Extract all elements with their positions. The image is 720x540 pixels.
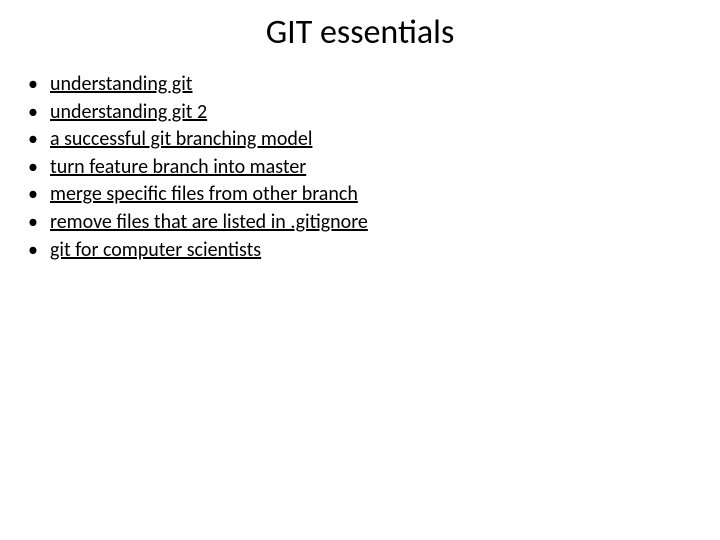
link-merge-specific-files[interactable]: merge specific files from other branch bbox=[50, 181, 358, 209]
bullet-icon: • bbox=[28, 71, 50, 99]
link-understanding-git-2[interactable]: understanding git 2 bbox=[50, 99, 207, 127]
bullet-icon: • bbox=[28, 181, 50, 209]
list-item: • merge specific files from other branch bbox=[28, 181, 720, 209]
link-branching-model[interactable]: a successful git branching model bbox=[50, 126, 312, 154]
link-list: • understanding git • understanding git … bbox=[0, 71, 720, 264]
list-item: • git for computer scientists bbox=[28, 237, 720, 265]
link-remove-gitignore[interactable]: remove files that are listed in .gitigno… bbox=[50, 209, 368, 237]
bullet-icon: • bbox=[28, 237, 50, 265]
slide-title: GIT essentials bbox=[0, 12, 720, 53]
link-understanding-git[interactable]: understanding git bbox=[50, 71, 193, 99]
link-git-scientists[interactable]: git for computer scientists bbox=[50, 237, 261, 265]
list-item: • turn feature branch into master bbox=[28, 154, 720, 182]
bullet-icon: • bbox=[28, 154, 50, 182]
list-item: • a successful git branching model bbox=[28, 126, 720, 154]
bullet-icon: • bbox=[28, 99, 50, 127]
list-item: • understanding git 2 bbox=[28, 99, 720, 127]
link-feature-master[interactable]: turn feature branch into master bbox=[50, 154, 306, 182]
list-item: • remove files that are listed in .gitig… bbox=[28, 209, 720, 237]
bullet-icon: • bbox=[28, 209, 50, 237]
bullet-icon: • bbox=[28, 126, 50, 154]
list-item: • understanding git bbox=[28, 71, 720, 99]
